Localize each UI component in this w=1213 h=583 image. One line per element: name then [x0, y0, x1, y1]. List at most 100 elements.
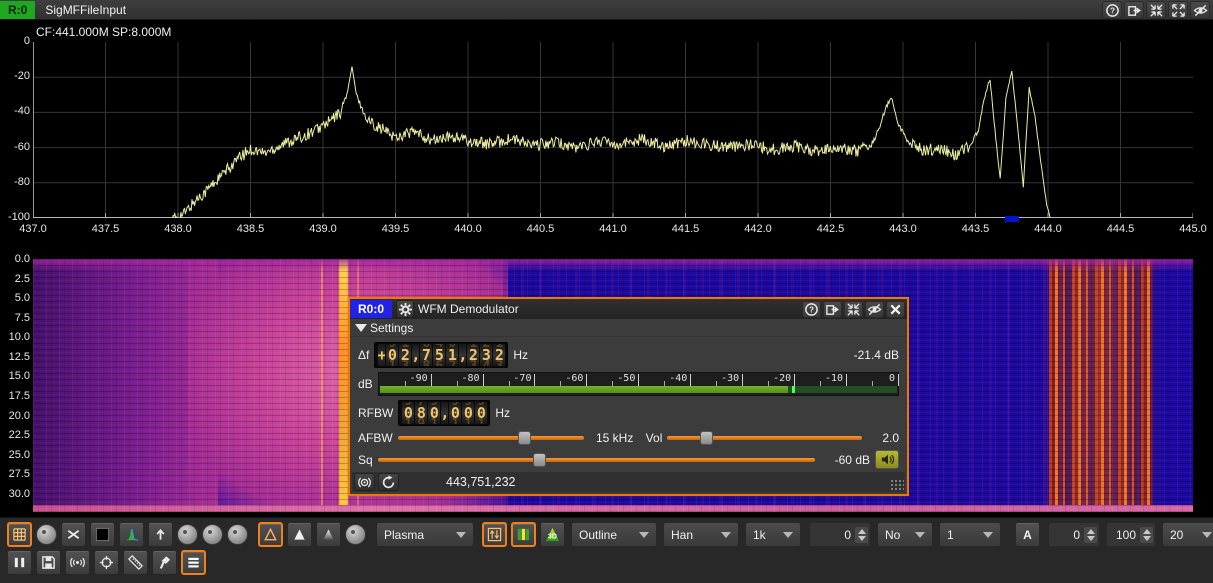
audio-mute-button[interactable] [875, 450, 899, 469]
waterfall-arrows-button[interactable] [482, 522, 507, 547]
digit-cell[interactable]: 910 [385, 344, 398, 366]
crosshair-button[interactable] [94, 550, 119, 575]
averaging-mode-select[interactable]: No [877, 522, 933, 547]
caliper-button[interactable] [152, 550, 177, 575]
shrink-button[interactable] [1146, 1, 1166, 19]
sdr-application-window: R:0 SigMFFileInput ? CF:441.000M SP:8.00… [0, 0, 1213, 583]
histogram-button[interactable] [119, 522, 144, 547]
digit-cell[interactable]: 243 [479, 344, 492, 366]
ruler-button[interactable] [123, 550, 148, 575]
knob-3[interactable] [202, 524, 223, 545]
background-color-button[interactable] [90, 522, 115, 547]
channel-badge[interactable]: R0:0 [350, 300, 392, 318]
slider-handle[interactable] [533, 453, 546, 467]
clear-spectrum-button[interactable] [61, 522, 86, 547]
menu-button[interactable] [181, 550, 206, 575]
afbw-slider[interactable] [398, 430, 584, 446]
shrink-icon [846, 302, 861, 317]
freeze-scroll-button[interactable] [148, 522, 173, 547]
digit-cell[interactable]: 132 [492, 344, 505, 366]
hide-button[interactable] [1190, 1, 1210, 19]
maximize-button[interactable] [1168, 1, 1188, 19]
digit-cell[interactable]: 132 [466, 344, 479, 366]
channel-marker[interactable] [1005, 216, 1019, 222]
center-frequency-button[interactable] [354, 473, 375, 491]
trace-outline-button[interactable] [258, 522, 283, 547]
gear-icon[interactable] [396, 300, 414, 318]
spin-arrows[interactable] [855, 527, 868, 543]
digit-cell[interactable]: 798 [414, 402, 427, 424]
move-workspace-button[interactable] [823, 301, 842, 318]
reset-frequency-button[interactable] [378, 473, 399, 491]
crosshair-icon [99, 555, 114, 570]
ref-level-knob[interactable] [36, 524, 57, 545]
autoscale-button[interactable]: A [1015, 522, 1040, 547]
time-tick-label: 15.0 [0, 370, 30, 382]
range-spin[interactable]: 100 [1106, 522, 1156, 547]
volume-slider[interactable] [667, 430, 862, 446]
trace-gradient-button[interactable] [316, 522, 341, 547]
broadcast-button[interactable] [65, 550, 90, 575]
digit-cell[interactable]: 910 [427, 402, 440, 424]
digit-cell[interactable]: 687 [419, 344, 432, 366]
demod-titlebar[interactable]: R0:0 WFM Demodulator ? [350, 299, 907, 319]
histogram-icon [124, 527, 139, 542]
knob-5[interactable] [345, 524, 366, 545]
slider-handle[interactable] [518, 431, 531, 445]
toolbar-row-2 [7, 550, 206, 575]
meter-tick [846, 374, 847, 386]
ref-level-spin[interactable]: 0 [1048, 522, 1100, 547]
arrow-down-icon[interactable] [1143, 536, 1151, 541]
spectrum-display[interactable] [33, 42, 1193, 218]
move-workspace-button[interactable] [1124, 1, 1144, 19]
digit-cell[interactable]: , [440, 402, 448, 424]
style-select[interactable]: Outline [571, 522, 657, 547]
digit-cell[interactable]: , [458, 344, 466, 366]
fft-overlap-spin[interactable]: 0 [809, 522, 871, 547]
digit-cell[interactable]: 910 [448, 402, 461, 424]
digit-cell[interactable]: + [377, 344, 385, 366]
spin-arrows[interactable] [1140, 527, 1153, 543]
digit-cell[interactable]: 132 [398, 344, 411, 366]
arrow-up-icon[interactable] [858, 529, 866, 534]
arrow-down-icon[interactable] [1087, 536, 1095, 541]
squelch-slider[interactable] [378, 452, 815, 468]
resize-grip[interactable] [889, 478, 904, 491]
window-title: SigMFFileInput [45, 3, 126, 17]
averaging-count-select[interactable]: 1 [939, 522, 1001, 547]
device-badge[interactable]: R:0 [0, 1, 35, 19]
knob-4[interactable] [227, 524, 248, 545]
settings-rollup[interactable]: Settings [350, 319, 907, 337]
arrow-up-icon[interactable] [1143, 529, 1151, 534]
decay-select[interactable]: 20 [1162, 522, 1213, 547]
frequency-dial[interactable]: +910132,687465021,132243132 [374, 342, 508, 368]
digit-cell[interactable]: 910 [461, 402, 474, 424]
digit-cell[interactable]: 910 [474, 402, 487, 424]
rf-bandwidth-dial[interactable]: 910798910,910910910 [398, 400, 490, 426]
digit-cell[interactable]: 910 [401, 402, 414, 424]
help-button[interactable]: ? [1102, 1, 1122, 19]
slider-handle[interactable] [700, 431, 713, 445]
arrow-up-icon[interactable] [1087, 529, 1095, 534]
trace-fill-button[interactable] [287, 522, 312, 547]
arrow-down-icon[interactable] [858, 536, 866, 541]
shrink-button[interactable] [844, 301, 863, 318]
x-icon [66, 527, 81, 542]
digit-cell[interactable]: 465 [432, 344, 445, 366]
grid-toggle-button[interactable] [7, 522, 32, 547]
spin-arrows[interactable] [1084, 527, 1097, 543]
collapse-triangle-icon [355, 324, 367, 332]
fft-window-select[interactable]: Han [663, 522, 739, 547]
fft-size-select[interactable]: 1k [745, 522, 801, 547]
close-button[interactable] [886, 301, 905, 318]
knob-2[interactable] [177, 524, 198, 545]
spectrogram-3d-button[interactable]: 3D [540, 522, 565, 547]
colormap-select[interactable]: Plasma [376, 522, 474, 547]
help-button[interactable]: ? [802, 301, 821, 318]
stripes-button[interactable] [511, 522, 536, 547]
digit-cell[interactable]: , [411, 344, 419, 366]
digit-cell[interactable]: 021 [445, 344, 458, 366]
hide-button[interactable] [865, 301, 884, 318]
save-button[interactable] [36, 550, 61, 575]
pause-button[interactable] [7, 550, 32, 575]
